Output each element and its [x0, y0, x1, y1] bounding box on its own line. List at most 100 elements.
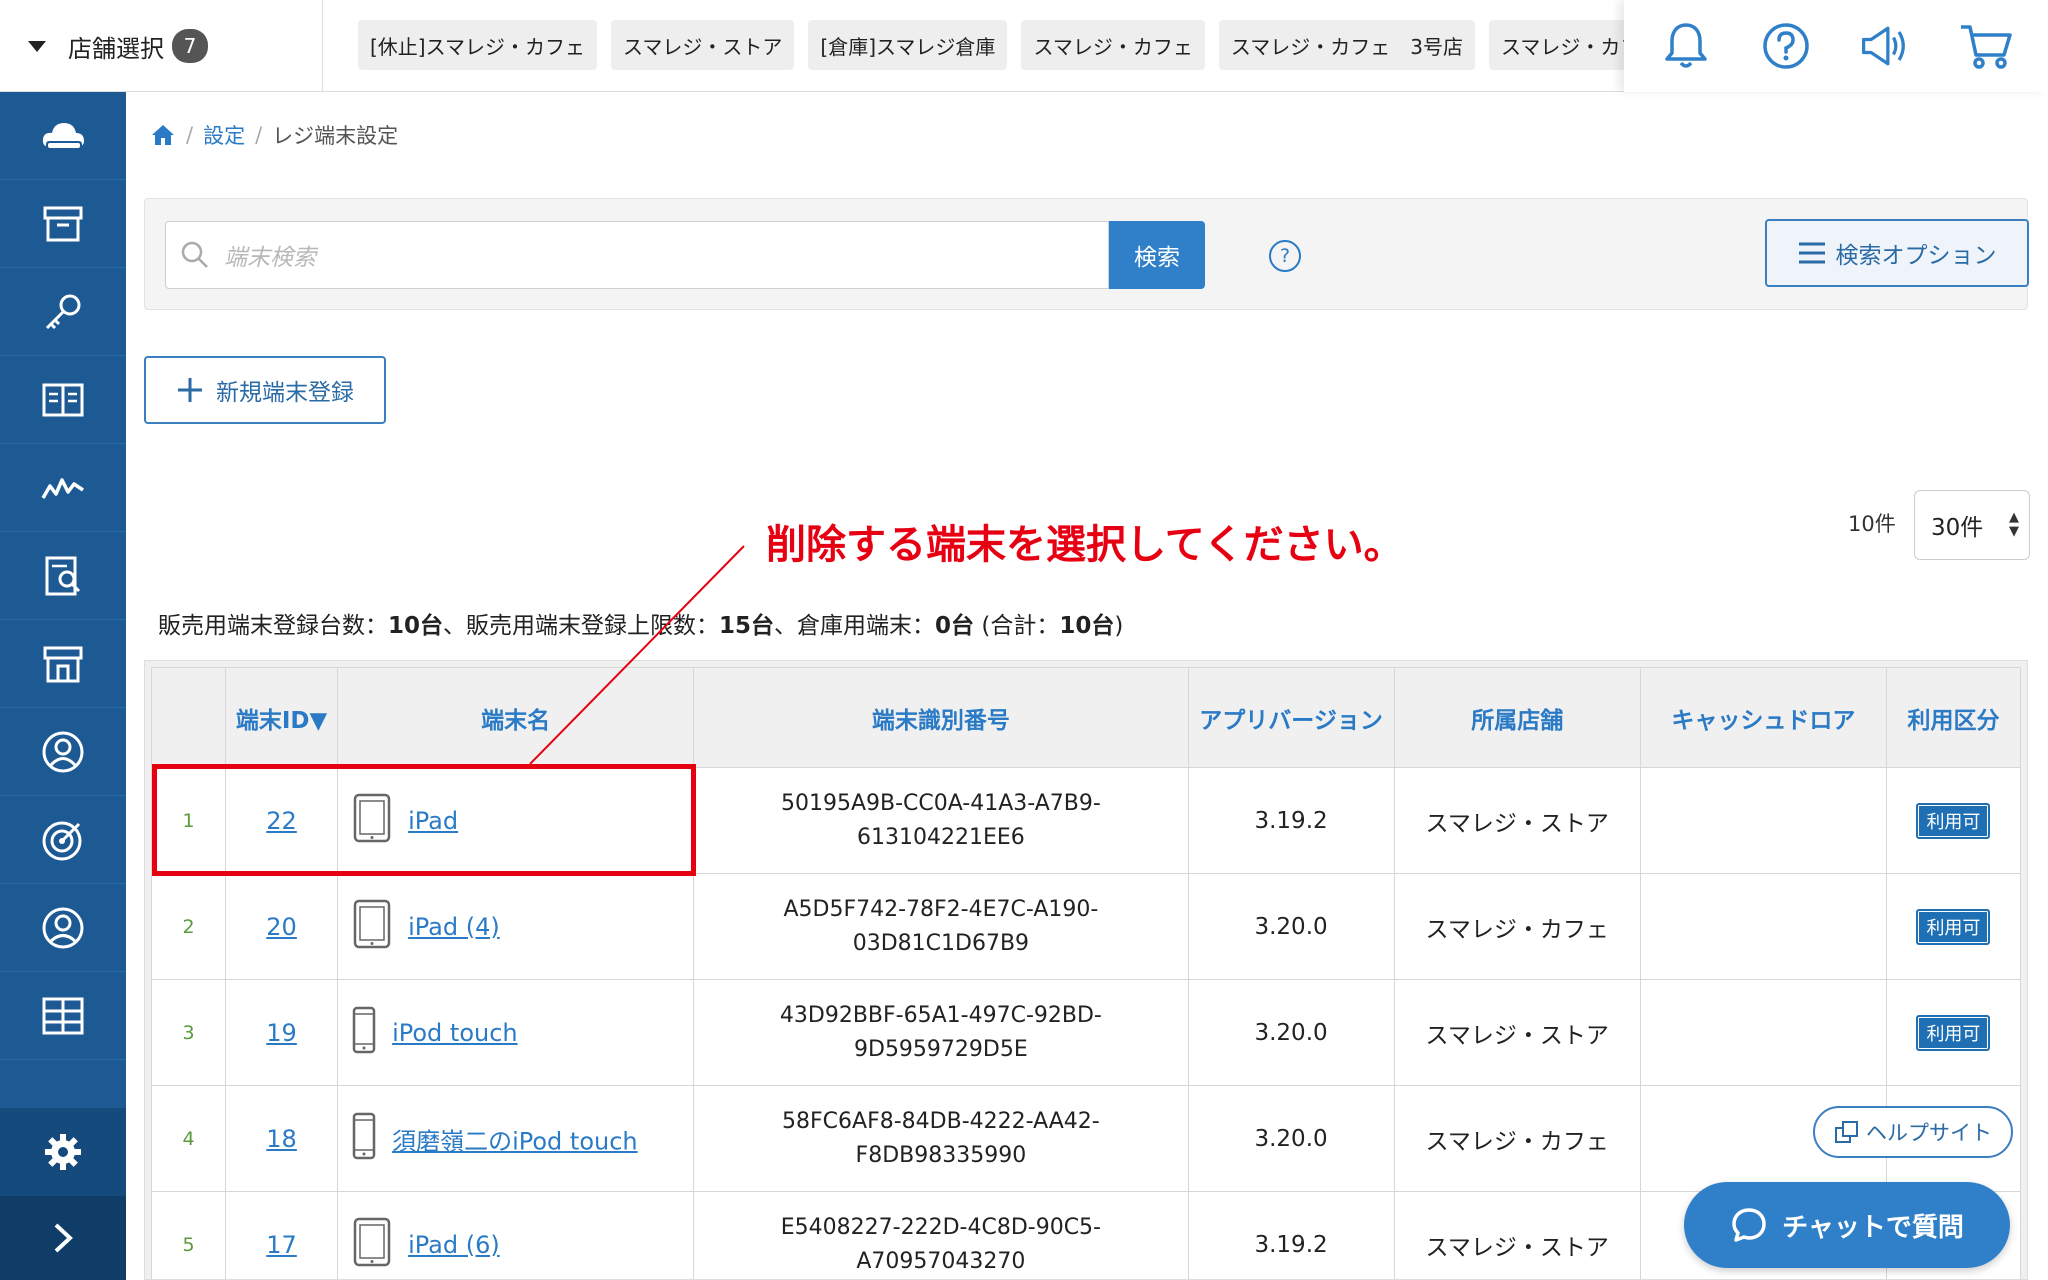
search-input[interactable]: 端末検索	[165, 221, 1109, 289]
terminal-id-cell: 19	[225, 979, 339, 1086]
tablet-icon	[352, 792, 392, 850]
col-header-id[interactable]: 端末ID▼	[225, 667, 339, 768]
summary-value: 15台	[719, 613, 775, 639]
cart-icon[interactable]	[1958, 18, 2014, 74]
per-page-value: 30件	[1931, 515, 1984, 541]
terminal-id-cell: 20	[225, 873, 339, 980]
tablet-icon	[352, 898, 392, 956]
chevron-right-icon	[54, 1223, 73, 1253]
megaphone-icon[interactable]	[1858, 18, 1914, 74]
ident-line: 50195A9B-CC0A-41A3-A7B9-	[780, 790, 1101, 816]
sidebar-item-store[interactable]	[0, 620, 126, 708]
terminal-name-link[interactable]: iPad (6)	[408, 1231, 500, 1259]
sidebar-item-target[interactable]	[0, 796, 126, 884]
sidebar-item-key[interactable]	[0, 268, 126, 356]
terminal-id-link[interactable]: 17	[266, 1231, 297, 1259]
terminal-ident-cell: 58FC6AF8-84DB-4222-AA42- F8DB98335990	[693, 1085, 1189, 1192]
key-icon	[45, 294, 81, 329]
sidebar-item-cloud[interactable]	[0, 92, 126, 180]
sidebar-item-archive[interactable]	[0, 180, 126, 268]
terminal-id-link[interactable]: 22	[266, 807, 297, 835]
per-page-select[interactable]: 30件 ▲ ▼	[1914, 490, 2030, 560]
store-tab[interactable]: スマレジ・ストア	[611, 20, 795, 70]
new-terminal-button[interactable]: 新規端末登録	[144, 356, 386, 424]
menu-icon	[1798, 242, 1825, 264]
phone-icon	[352, 1006, 376, 1060]
question-icon[interactable]	[1758, 18, 1814, 74]
sidebar-item-customer[interactable]	[0, 708, 126, 796]
terminal-ident-cell: 43D92BBF-65A1-497C-92BD- 9D5959729D5E	[693, 979, 1189, 1086]
chat-button[interactable]: チャットで質問	[1684, 1182, 2010, 1268]
sidebar-item-apps[interactable]	[0, 972, 126, 1060]
instruction-annotation: 削除する端末を選択してください。	[766, 522, 1404, 568]
help-site-label: ヘルプサイト	[1866, 1121, 1992, 1145]
terminal-name-link[interactable]: 須磨嶺二のiPod touch	[392, 1127, 638, 1155]
store-tab[interactable]: スマレジ・カフェ	[1488, 20, 1626, 70]
row-index: 3	[150, 979, 227, 1086]
terminal-name-link[interactable]: iPad (4)	[408, 913, 500, 941]
table-row: 1 22 iPad 50195A9B-CC0A-41A3-A7B9- 613104221…	[150, 767, 2022, 874]
search-help-icon[interactable]: ?	[1269, 240, 1301, 272]
store-tab[interactable]: [倉庫]スマレジ倉庫	[808, 20, 1008, 70]
terminal-name-link[interactable]: iPod touch	[392, 1019, 518, 1047]
search-options-button[interactable]: 検索オプション	[1765, 219, 2029, 287]
store-cell: スマレジ・ストア	[1393, 1191, 1641, 1279]
terminal-name-cell: iPad	[337, 767, 695, 874]
sidebar-item-report[interactable]	[0, 532, 126, 620]
user-icon	[42, 731, 84, 772]
terminal-id-link[interactable]: 20	[266, 913, 297, 941]
sidebar-bottom	[0, 1108, 126, 1280]
cash-drawer-cell	[1639, 979, 1887, 1086]
ident-line: 03D81C1D67B9	[852, 930, 1030, 956]
summary-value: 10台	[388, 613, 444, 639]
store-tab[interactable]: スマレジ・カフェ 3号店	[1218, 20, 1475, 70]
chart-icon	[41, 477, 84, 499]
terminal-id-cell: 18	[225, 1085, 339, 1192]
home-icon[interactable]	[150, 123, 176, 147]
terminal-ident-cell: E5408227-222D-4C8D-90C5- A70957043270	[693, 1191, 1189, 1279]
table-row: 2 20 iPad (4) A5D5F742-78F2-4E7C-A190- 03D81…	[150, 873, 2022, 980]
store-cell: スマレジ・カフェ	[1393, 1085, 1641, 1192]
col-header-cash-drawer[interactable]: キャッシュドロア	[1639, 667, 1887, 768]
app-version-cell: 3.20.0	[1187, 873, 1395, 980]
col-header-app-version[interactable]: アプリバージョン	[1187, 667, 1395, 768]
bell-icon[interactable]	[1658, 18, 1714, 74]
status-badge: 利用可	[1916, 802, 1991, 839]
ident-line: 58FC6AF8-84DB-4222-AA42-	[782, 1108, 1100, 1134]
col-header-store[interactable]: 所属店舗	[1393, 667, 1641, 768]
store-cell: スマレジ・ストア	[1393, 979, 1641, 1086]
report-icon	[45, 556, 81, 595]
store-tab[interactable]: スマレジ・カフェ	[1021, 20, 1205, 70]
terminal-id-link[interactable]: 18	[266, 1125, 297, 1153]
result-count-label: 10件	[1848, 512, 1896, 536]
col-header-name[interactable]: 端末名	[337, 667, 695, 768]
search-button[interactable]: 検索	[1109, 221, 1205, 289]
store-select-label: 店舗選択	[68, 34, 164, 63]
col-header-usage[interactable]: 利用区分	[1885, 667, 2022, 768]
sidebar-item-account[interactable]	[0, 884, 126, 972]
sidebar-item-book[interactable]	[0, 356, 126, 444]
help-site-button[interactable]: ヘルプサイト	[1813, 1106, 2013, 1158]
table-row: 4 18 須磨嶺二のiPod touch 58FC6AF8-84DB-4222-AA4…	[150, 1085, 2022, 1192]
app-version-cell: 3.19.2	[1187, 1191, 1395, 1279]
ident-line: F8DB98335990	[855, 1142, 1027, 1168]
sidebar-item-settings[interactable]	[0, 1108, 126, 1196]
col-header-ident[interactable]: 端末識別番号	[693, 667, 1189, 768]
terminal-name-cell: iPad (6)	[337, 1191, 695, 1279]
store-tab[interactable]: [休止]スマレジ・カフェ	[358, 20, 598, 70]
breadcrumb-settings[interactable]: 設定	[203, 120, 245, 150]
top-icon-bar	[1624, 0, 2048, 92]
status-badge: 利用可	[1916, 1014, 1991, 1051]
ident-line: 613104221EE6	[857, 824, 1025, 850]
sidebar-expand-button[interactable]	[0, 1196, 126, 1280]
terminal-id-link[interactable]: 19	[266, 1019, 297, 1047]
summary-label: )	[1114, 613, 1124, 639]
terminal-name-cell: iPad (4)	[337, 873, 695, 980]
book-icon	[42, 383, 84, 416]
sidebar-item-analytics[interactable]	[0, 444, 126, 532]
terminal-name-link[interactable]: iPad	[408, 807, 458, 835]
store-select-dropdown[interactable]: 店舗選択 7	[0, 0, 323, 92]
terminal-ident-cell: A5D5F742-78F2-4E7C-A190- 03D81C1D67B9	[693, 873, 1189, 980]
chat-bubble-icon	[1732, 1208, 1766, 1242]
cash-drawer-cell	[1639, 767, 1887, 874]
